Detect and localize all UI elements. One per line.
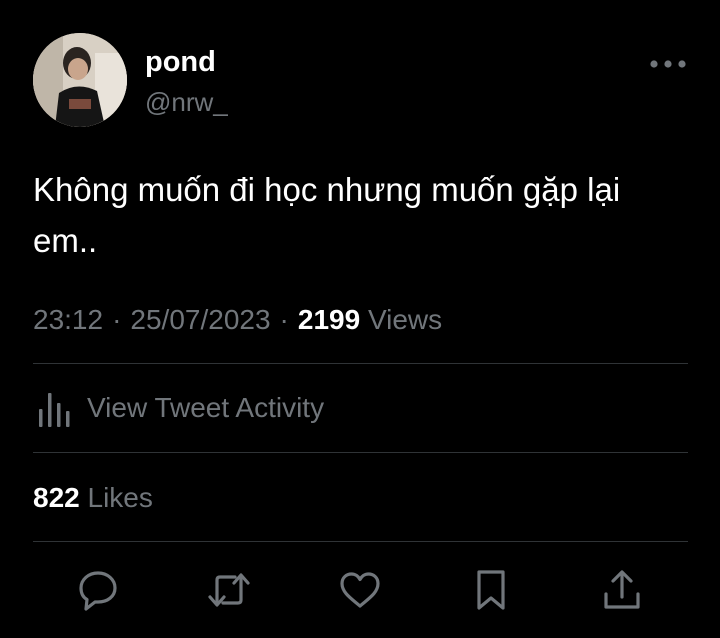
reply-icon[interactable] (76, 568, 120, 612)
likes-label: Likes (87, 482, 153, 513)
share-icon[interactable] (600, 568, 644, 612)
tweet-date[interactable]: 25/07/2023 (130, 304, 270, 335)
more-options-icon[interactable] (648, 52, 688, 76)
likes-count: 822 (33, 482, 80, 513)
retweet-icon[interactable] (207, 568, 251, 612)
avatar-photo (33, 33, 127, 127)
divider (33, 363, 688, 364)
avatar[interactable] (33, 33, 127, 127)
meta-separator: · (112, 304, 122, 335)
bookmark-icon[interactable] (469, 568, 513, 612)
user-handle[interactable]: @nrw_ (145, 86, 228, 118)
views-count: 2199 (297, 304, 361, 335)
view-tweet-activity-button[interactable]: View Tweet Activity (38, 388, 324, 428)
tweet-text: Không muốn đi học nhưng muốn gặp lại em.… (33, 171, 621, 259)
tweet-meta: 23:12 · 25/07/2023 · 2199 Views (33, 300, 442, 340)
likes-summary[interactable]: 822 Likes (33, 478, 153, 518)
tweet-time[interactable]: 23:12 (33, 304, 103, 335)
like-icon[interactable] (338, 568, 382, 612)
bar-chart-icon (39, 393, 70, 427)
meta-separator: · (279, 304, 289, 335)
views-label: Views (367, 304, 443, 335)
divider (33, 452, 688, 453)
view-tweet-activity-label: View Tweet Activity (87, 392, 325, 423)
divider (33, 541, 688, 542)
display-name[interactable]: pond (145, 44, 216, 80)
